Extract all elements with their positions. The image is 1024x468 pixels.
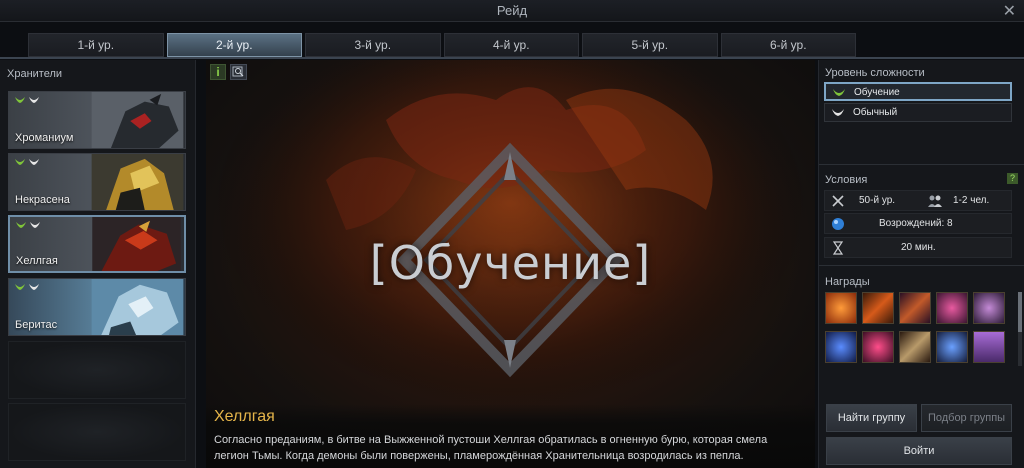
horns-white-icon [29, 284, 39, 290]
party-icon [928, 195, 942, 207]
horns-green-icon [833, 89, 845, 96]
conditions-help-button[interactable]: ? [1007, 173, 1018, 184]
horns-green-icon [15, 97, 25, 103]
enter-button[interactable]: Войти [826, 437, 1012, 465]
guardian-item-veritas[interactable]: Беритас [8, 278, 186, 336]
feather-icon[interactable] [899, 292, 931, 324]
ring-icon[interactable] [825, 331, 857, 363]
guardian-name: Хеллгая [16, 255, 58, 267]
tab-level-5[interactable]: 5-й ур. [582, 33, 718, 57]
orb-icon[interactable] [825, 292, 857, 324]
rewards-grid [825, 292, 1015, 366]
golden-guardian-portrait-icon [91, 154, 184, 210]
horns-white-icon [29, 159, 39, 165]
condition-row-revives: Возрождений: 8 [824, 213, 1012, 234]
raid-settings-panel: Уровень сложности Обучение Обычный Услов… [818, 60, 1024, 468]
guardians-panel: Хранители Хроманиум Некрасена Хеллгая Бе… [0, 60, 196, 468]
info-button[interactable]: i [210, 64, 226, 80]
difficulty-badges [14, 158, 40, 167]
find-group-button[interactable]: Найти группу [826, 404, 917, 432]
condition-row-time: 20 мин. [824, 237, 1012, 258]
locked-guardian-slot [8, 341, 186, 399]
tab-level-2[interactable]: 2-й ур. [166, 33, 302, 57]
locked-guardian-slot [8, 403, 186, 461]
guardian-name: Беритас [15, 319, 58, 331]
guardian-name: Некрасена [15, 194, 70, 206]
map-search-button[interactable] [230, 64, 247, 80]
staff-icon[interactable] [899, 331, 931, 363]
scrollbar-thumb[interactable] [1018, 292, 1022, 332]
rewards-title: Награды [825, 276, 870, 288]
horns-white-icon [29, 97, 39, 103]
horns-green-icon [15, 284, 25, 290]
difficulty-badges [14, 96, 40, 105]
amulet-icon[interactable] [936, 292, 968, 324]
divider [819, 265, 1024, 266]
guardian-item-hellgaia[interactable]: Хеллгая [8, 215, 186, 273]
amulet-icon[interactable] [973, 292, 1005, 324]
boss-preview: i [Обучение] Хеллгая Согласно преданиям,… [206, 60, 815, 468]
crossed-swords-icon [832, 195, 844, 207]
dragon-portrait-icon [91, 92, 184, 148]
difficulty-badges [14, 283, 40, 292]
guardian-item-chromanium[interactable]: Хроманиум [8, 91, 186, 149]
window-title: Рейд [496, 3, 528, 18]
difficulty-badges [15, 221, 41, 230]
guardians-heading: Хранители [7, 68, 63, 80]
tab-level-4[interactable]: 4-й ур. [443, 33, 579, 57]
match-group-button[interactable]: Подбор группы [921, 404, 1012, 432]
boss-description: Согласно преданиям, в битве на Выжженной… [214, 434, 768, 462]
rewards-scrollbar[interactable] [1018, 292, 1022, 366]
revive-count: Возрождений: 8 [879, 218, 953, 229]
map-search-icon [232, 66, 244, 77]
revive-orb-icon [832, 218, 844, 230]
difficulty-label: Обычный [853, 107, 898, 118]
amulet-icon[interactable] [862, 331, 894, 363]
guardian-name: Хроманиум [15, 132, 74, 144]
difficulty-label: Обучение [854, 87, 900, 98]
condition-row-level-party: 50-й ур. 1-2 чел. [824, 190, 1012, 211]
tabs-divider [0, 57, 1024, 59]
difficulty-stage-label: [Обучение] [369, 236, 652, 290]
level-tabs: 1-й ур. 2-й ур. 3-й ур. 4-й ур. 5-й ур. … [28, 33, 856, 57]
horns-white-icon [832, 109, 844, 116]
party-size: 1-2 чел. [953, 195, 990, 206]
tab-level-1[interactable]: 1-й ур. [28, 33, 164, 57]
tab-level-3[interactable]: 3-й ур. [305, 33, 441, 57]
hourglass-icon [832, 241, 844, 255]
horns-green-icon [16, 222, 26, 228]
guardian-item-necrasena[interactable]: Некрасена [8, 153, 186, 211]
feather-icon[interactable] [862, 292, 894, 324]
conditions-title: Условия [825, 174, 868, 186]
difficulty-option-normal[interactable]: Обычный [824, 103, 1012, 122]
horns-green-icon [15, 159, 25, 165]
boss-name: Хеллгая [214, 408, 275, 425]
horns-white-icon [30, 222, 40, 228]
difficulty-title: Уровень сложности [825, 67, 925, 79]
ring-icon[interactable] [936, 331, 968, 363]
difficulty-option-training[interactable]: Обучение [824, 82, 1012, 101]
phoenix-portrait-icon [92, 217, 181, 271]
window-titlebar: Рейд ✕ [0, 0, 1024, 22]
divider [819, 164, 1024, 165]
ice-dragon-portrait-icon [91, 279, 184, 335]
time-limit: 20 мин. [901, 242, 936, 253]
chest-icon[interactable] [973, 331, 1005, 363]
close-icon[interactable]: ✕ [1003, 1, 1016, 21]
tab-level-6[interactable]: 6-й ур. [720, 33, 856, 57]
required-level: 50-й ур. [859, 195, 896, 206]
